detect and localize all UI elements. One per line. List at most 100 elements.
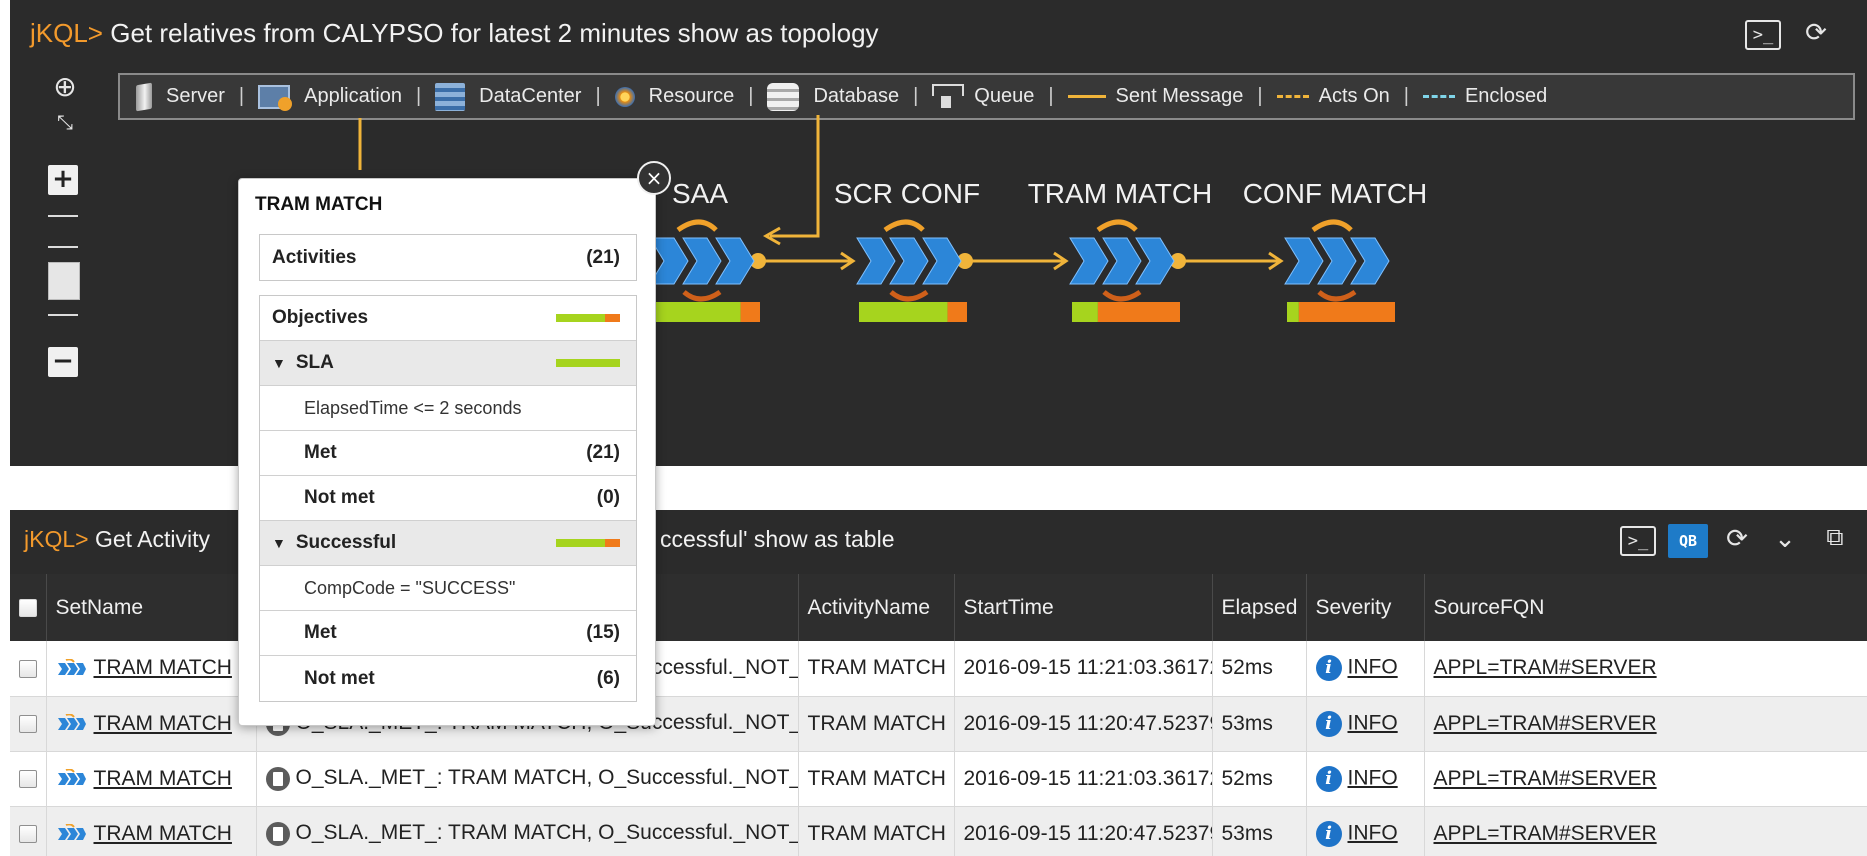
setname-cell: TRAM MATCH <box>46 751 257 807</box>
node-not-met-bar <box>1298 302 1395 322</box>
node-cycle-arrow <box>883 219 925 233</box>
refresh-icon[interactable]: ⟳ <box>1720 524 1754 554</box>
node-met-bar <box>859 302 948 322</box>
chevron-down-icon[interactable]: ⌄ <box>1768 524 1802 554</box>
node-chevron <box>1135 237 1175 285</box>
starttime-cell: 2016-09-15 11:21:03.361726 <box>954 641 1213 697</box>
activityname-cell: TRAM MATCH <box>798 751 955 807</box>
objectives-text: O_SLA._MET_: TRAM MATCH, O_Successful._N… <box>295 821 798 845</box>
node-chevron <box>922 237 962 285</box>
node-chevron <box>1069 237 1109 285</box>
info-icon: i <box>1315 765 1342 792</box>
select-all-checkbox[interactable] <box>19 598 37 617</box>
setname-cell: TRAM MATCH <box>46 806 257 856</box>
sourcefqn-link[interactable]: APPL=TRAM#SERVER <box>1434 822 1657 845</box>
setname-link[interactable]: TRAM MATCH <box>94 767 232 790</box>
setname-link[interactable]: TRAM MATCH <box>94 656 232 679</box>
severity-link[interactable]: INFO <box>1348 821 1398 844</box>
not-met-count: (6) <box>596 667 620 689</box>
node-chevron <box>1284 237 1324 285</box>
objectives-cell: O_SLA._MET_: TRAM MATCH, O_Successful._N… <box>256 751 799 807</box>
table-row[interactable]: TRAM MATCH O_SLA._MET_: TRAM MATCH, O_Su… <box>10 806 1867 856</box>
column-header-sourcefqn[interactable]: SourceFQN <box>1424 574 1867 641</box>
close-icon[interactable]: × <box>637 161 671 195</box>
column-header-starttime[interactable]: StartTime <box>954 574 1213 641</box>
activity-set-icon <box>57 713 86 730</box>
successful-row[interactable]: ▼ Successful <box>260 521 636 566</box>
node-label: CONF MATCH <box>1243 178 1428 209</box>
severity-link[interactable]: INFO <box>1348 711 1398 734</box>
popout-icon[interactable]: ⧉ <box>1818 522 1852 552</box>
activityname-cell: TRAM MATCH <box>798 641 955 697</box>
node-chevron <box>856 237 896 285</box>
sourcefqn-link[interactable]: APPL=TRAM#SERVER <box>1434 767 1657 790</box>
node-details-popup: × TRAM MATCH Activities (21) Objectives … <box>238 161 671 726</box>
objectives-row: Objectives <box>260 296 636 341</box>
setname-link[interactable]: TRAM MATCH <box>94 822 232 845</box>
query-prefix: jKQL> <box>24 526 89 552</box>
row-checkbox[interactable] <box>19 769 37 788</box>
node-label: SCR CONF <box>834 178 980 209</box>
not-met-portion <box>605 539 620 547</box>
row-checkbox[interactable] <box>19 824 37 843</box>
elapsed-cell: 52ms <box>1212 751 1307 807</box>
node-cycle-arrow <box>1102 289 1142 302</box>
node-met-bar <box>1072 302 1098 322</box>
node-cycle-arrow <box>1317 289 1357 302</box>
node-cycle-arrow <box>1096 219 1138 233</box>
severity-link[interactable]: INFO <box>1348 766 1398 789</box>
activities-label: Activities <box>272 246 357 268</box>
objectives-label: Objectives <box>272 307 369 328</box>
met-label: Met <box>304 442 337 463</box>
caret-down-icon: ▼ <box>272 355 286 371</box>
info-icon: i <box>1315 655 1342 682</box>
met-label: Met <box>304 622 337 643</box>
setname-link[interactable]: TRAM MATCH <box>94 712 232 735</box>
sourcefqn-cell: APPL=TRAM#SERVER <box>1424 641 1867 697</box>
elapsed-cell: 53ms <box>1212 806 1307 856</box>
query-text-tail: ccessful' show as table <box>660 526 895 552</box>
caret-down-icon: ▼ <box>272 535 286 551</box>
sla-met-row[interactable]: Met (21) <box>260 431 636 476</box>
node-label: TRAM MATCH <box>1028 178 1213 209</box>
table-query[interactable]: jKQL> Get Activity <box>24 526 210 553</box>
successful-not-met-row[interactable]: Not met (6) <box>260 656 636 701</box>
sourcefqn-link[interactable]: APPL=TRAM#SERVER <box>1434 712 1657 735</box>
table-row[interactable]: TRAM MATCH O_SLA._MET_: TRAM MATCH, O_Su… <box>10 751 1867 807</box>
sla-not-met-row[interactable]: Not met (0) <box>260 476 636 521</box>
elapsed-cell: 52ms <box>1212 641 1307 697</box>
activities-row[interactable]: Activities (21) <box>260 235 636 280</box>
severity-cell: i INFO <box>1306 806 1425 856</box>
objectives-cell: O_SLA._MET_: TRAM MATCH, O_Successful._N… <box>256 806 799 856</box>
sourcefqn-cell: APPL=TRAM#SERVER <box>1424 806 1867 856</box>
row-checkbox[interactable] <box>19 659 37 678</box>
node-label: SAA <box>672 178 728 209</box>
severity-link[interactable]: INFO <box>1348 656 1398 679</box>
successful-condition: CompCode = "SUCCESS" <box>260 566 636 611</box>
sourcefqn-link[interactable]: APPL=TRAM#SERVER <box>1434 656 1657 679</box>
setname-cell: TRAM MATCH <box>46 696 257 752</box>
starttime-cell: 2016-09-15 11:20:47.523798 <box>954 806 1213 856</box>
successful-met-row[interactable]: Met (15) <box>260 611 636 656</box>
row-select-cell <box>10 641 47 697</box>
query-builder-button[interactable]: QB <box>1668 524 1708 558</box>
sla-row[interactable]: ▼ SLA <box>260 341 636 386</box>
starttime-cell: 2016-09-15 11:20:47.523798 <box>954 696 1213 752</box>
row-checkbox[interactable] <box>19 714 37 733</box>
column-header-setname[interactable]: SetName <box>46 574 257 641</box>
terminal-icon[interactable]: >_ <box>1620 526 1656 556</box>
column-header-activityname[interactable]: ActivityName <box>798 574 955 641</box>
node-not-met-bar <box>740 302 760 322</box>
activity-set-icon <box>57 658 86 675</box>
column-header-severity[interactable]: Severity <box>1306 574 1425 641</box>
column-header-elapsed[interactable]: Elapsed <box>1212 574 1307 641</box>
node-not-met-bar <box>947 302 967 322</box>
activityname-cell: TRAM MATCH <box>798 696 955 752</box>
activities-count: (21) <box>586 246 620 268</box>
severity-cell: i INFO <box>1306 751 1425 807</box>
not-met-label: Not met <box>304 487 375 508</box>
node-chevron <box>682 237 722 285</box>
sourcefqn-cell: APPL=TRAM#SERVER <box>1424 751 1867 807</box>
successful-status-bar <box>556 539 620 547</box>
node-met-bar <box>652 302 741 322</box>
